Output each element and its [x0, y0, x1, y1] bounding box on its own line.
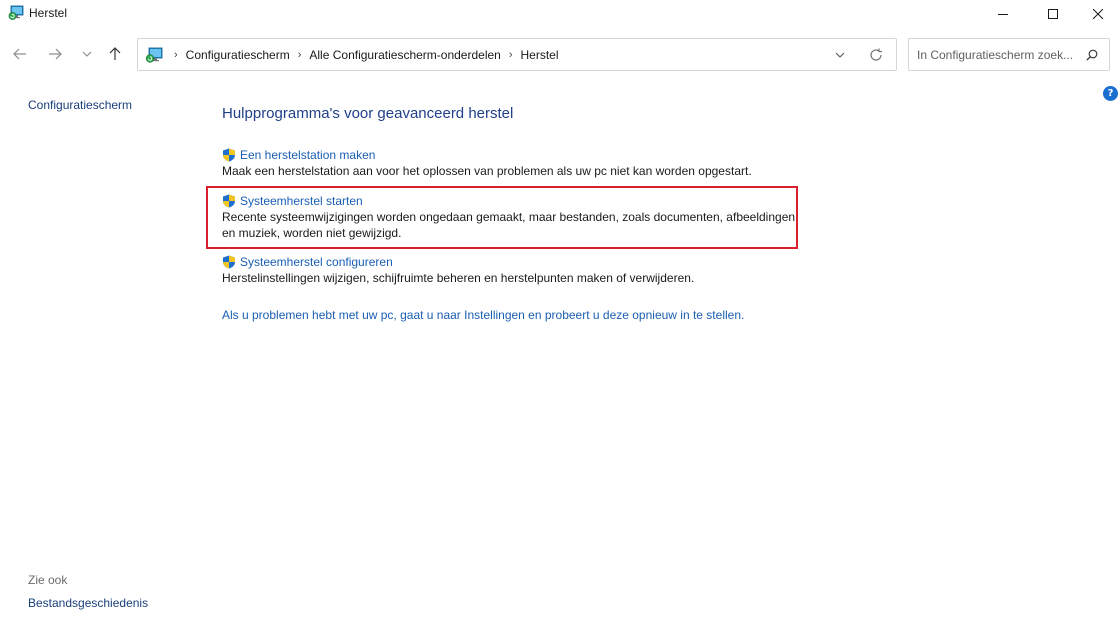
task-start-system-restore: Systeemherstel starten Recente systeemwi… — [222, 194, 797, 241]
create-recovery-drive-link[interactable]: Een herstelstation maken — [222, 148, 752, 162]
sidebar-link-file-history[interactable]: Bestandsgeschiedenis — [28, 596, 148, 610]
refresh-icon — [870, 48, 882, 61]
close-icon — [1093, 8, 1103, 19]
control-panel-icon — [145, 47, 163, 63]
address-bar[interactable]: › Configuratiescherm › Alle Configuratie… — [137, 38, 897, 71]
help-icon[interactable]: ? — [1103, 86, 1118, 101]
title-bar: Herstel — [0, 0, 1120, 27]
uac-shield-icon — [223, 148, 235, 162]
task-label: Systeemherstel configureren — [240, 255, 393, 269]
minimize-button[interactable] — [980, 0, 1026, 27]
breadcrumb-item-recovery[interactable]: Herstel — [521, 48, 559, 62]
task-create-recovery-drive: Een herstelstation maken Maak een herste… — [222, 148, 752, 179]
window-title: Herstel — [29, 6, 68, 20]
refresh-button[interactable] — [867, 46, 885, 64]
back-button[interactable] — [8, 42, 32, 66]
task-label: Een herstelstation maken — [240, 148, 376, 162]
recovery-monitor-icon — [8, 5, 24, 20]
breadcrumb-separator-icon: › — [174, 49, 178, 61]
chevron-down-icon — [82, 51, 92, 57]
breadcrumb-separator-icon: › — [297, 49, 302, 61]
uac-shield-icon — [223, 194, 235, 208]
configure-system-restore-link[interactable]: Systeemherstel configureren — [222, 255, 694, 269]
breadcrumb-item-control-panel[interactable]: Configuratiescherm — [186, 48, 290, 62]
task-configure-system-restore: Systeemherstel configureren Herstelinste… — [222, 255, 694, 286]
page-title: Hulpprogramma's voor geavanceerd herstel — [222, 105, 514, 122]
reset-in-settings-link[interactable]: Als u problemen hebt met uw pc, gaat u n… — [222, 308, 744, 322]
task-description: Herstelinstellingen wijzigen, schijfruim… — [222, 271, 695, 285]
chevron-down-icon — [835, 52, 845, 58]
arrow-up-icon — [109, 47, 121, 60]
breadcrumb-separator-icon: › — [508, 49, 513, 61]
up-button[interactable] — [103, 42, 127, 66]
search-box[interactable] — [908, 38, 1110, 71]
minimize-icon — [998, 13, 1008, 15]
task-label: Systeemherstel starten — [240, 194, 363, 208]
task-description: Recente systeemwijzigingen worden ongeda… — [222, 210, 796, 240]
search-input[interactable] — [917, 47, 1077, 63]
close-button[interactable] — [1075, 0, 1120, 27]
see-also-heading: Zie ook — [28, 573, 68, 587]
recent-locations-button[interactable] — [75, 42, 99, 66]
task-description: Maak een herstelstation aan voor het opl… — [222, 164, 752, 178]
breadcrumb-item-all-items[interactable]: Alle Configuratiescherm-onderdelen — [309, 48, 500, 62]
forward-button[interactable] — [43, 42, 67, 66]
arrow-left-icon — [13, 48, 26, 60]
start-system-restore-link[interactable]: Systeemherstel starten — [222, 194, 797, 208]
maximize-button[interactable] — [1030, 0, 1076, 27]
arrow-right-icon — [49, 48, 62, 60]
breadcrumb: › Configuratiescherm › Alle Configuratie… — [166, 48, 559, 62]
search-icon[interactable] — [1084, 47, 1100, 63]
sidebar-link-control-panel-home[interactable]: Configuratiescherm — [28, 98, 132, 112]
address-dropdown-button[interactable] — [832, 47, 848, 63]
uac-shield-icon — [223, 255, 235, 269]
maximize-icon — [1048, 8, 1058, 19]
navigation-bar: › Configuratiescherm › Alle Configuratie… — [0, 27, 1120, 83]
